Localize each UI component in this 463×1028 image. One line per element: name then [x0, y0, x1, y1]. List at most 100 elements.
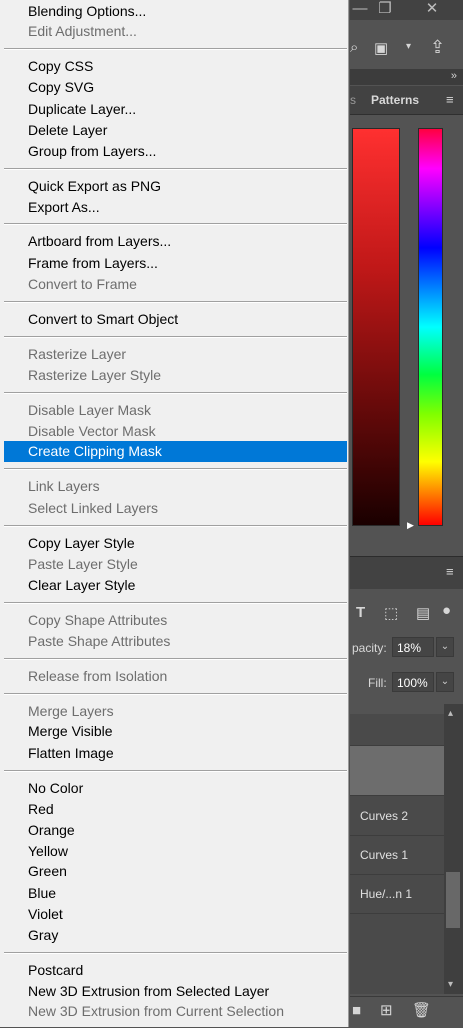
menu-separator — [4, 48, 347, 50]
menu-item-create-clipping-mask[interactable]: Create Clipping Mask — [4, 441, 347, 462]
menu-item-color-blue[interactable]: Blue — [4, 883, 347, 904]
menu-item-convert-smart-object[interactable]: Convert to Smart Object — [4, 309, 347, 330]
fill-row: Fill: 100% ⌄ — [350, 671, 463, 695]
restore-icon[interactable]: ❐ — [372, 0, 398, 20]
menu-separator — [4, 468, 347, 470]
menu-item-disable-layer-mask[interactable]: Disable Layer Mask — [4, 400, 347, 421]
menu-item-color-red[interactable]: Red — [4, 799, 347, 820]
layer-row-selected[interactable] — [350, 746, 444, 796]
menu-item-copy-shape-attributes[interactable]: Copy Shape Attributes — [4, 610, 347, 631]
menu-item-select-linked-layers[interactable]: Select Linked Layers — [4, 498, 347, 519]
menu-separator — [4, 168, 347, 170]
menu-item-color-none[interactable]: No Color — [4, 778, 347, 799]
menu-item-paste-layer-style[interactable]: Paste Layer Style — [4, 554, 347, 575]
panel-menu-icon[interactable]: ≡ — [446, 564, 454, 579]
menu-separator — [4, 693, 347, 695]
menu-item-edit-adjustment[interactable]: Edit Adjustment... — [4, 21, 347, 42]
menu-item-color-green[interactable]: Green — [4, 861, 347, 882]
menu-item-paste-shape-attributes[interactable]: Paste Shape Attributes — [4, 631, 347, 652]
hue-slider[interactable] — [418, 128, 443, 526]
menu-separator — [4, 392, 347, 394]
chevron-down-icon[interactable]: ▾ — [448, 979, 453, 990]
panel-menu-icon[interactable]: ≡ — [446, 92, 454, 107]
options-toolbar: ⌕ ▣ ▾ ⇪ — [350, 30, 463, 68]
menu-separator — [4, 525, 347, 527]
layers-bottom-bar: ■ ⊞ 🗑 — [350, 996, 463, 1028]
delete-icon[interactable]: 🗑 — [412, 1001, 431, 1019]
menu-item-frame-from-layers[interactable]: Frame from Layers... — [4, 253, 347, 274]
menu-separator — [4, 301, 347, 303]
menu-item-merge-visible[interactable]: Merge Visible — [4, 721, 347, 742]
chevron-down-icon[interactable]: ⌄ — [436, 672, 454, 692]
menu-item-rasterize-layer[interactable]: Rasterize Layer — [4, 344, 347, 365]
menu-item-3d-extrusion-layer[interactable]: New 3D Extrusion from Selected Layer — [4, 981, 347, 1002]
smart-object-icon[interactable]: ▤ — [416, 604, 430, 622]
menu-item-link-layers[interactable]: Link Layers — [4, 476, 347, 497]
tab-patterns[interactable]: Patterns — [371, 93, 419, 107]
menu-separator — [4, 952, 347, 954]
menu-separator — [4, 602, 347, 604]
search-icon[interactable]: ⌕ — [350, 39, 358, 56]
layers-panel-header: ≡ — [350, 556, 463, 589]
layer-row[interactable]: Curves 2 — [350, 798, 444, 836]
window-title-bar: — ❐ ✕ — [350, 0, 463, 20]
menu-item-blending-options[interactable]: Blending Options... — [4, 1, 347, 22]
menu-item-3d-extrusion-selection[interactable]: New 3D Extrusion from Current Selection — [4, 1001, 347, 1022]
close-icon[interactable]: ✕ — [418, 0, 446, 20]
fill-label: Fill: — [368, 676, 387, 690]
menu-item-copy-layer-style[interactable]: Copy Layer Style — [4, 533, 347, 554]
menu-item-release-from-isolation[interactable]: Release from Isolation — [4, 666, 347, 687]
menu-item-export-as[interactable]: Export As... — [4, 197, 347, 218]
hue-marker-icon[interactable]: ▶ — [407, 520, 414, 531]
menu-item-clear-layer-style[interactable]: Clear Layer Style — [4, 575, 347, 596]
menu-item-postcard[interactable]: Postcard — [4, 960, 347, 981]
panel-tabs: s Patterns ≡ — [350, 86, 463, 115]
double-chevron-icon[interactable]: » — [451, 70, 457, 82]
workspace-icon[interactable]: ▣ — [374, 39, 388, 57]
opacity-label: pacity: — [352, 641, 387, 655]
layers-list: Curves 2 Curves 1 Hue/...n 1 — [350, 714, 444, 994]
menu-item-color-violet[interactable]: Violet — [4, 904, 347, 925]
menu-item-delete-layer[interactable]: Delete Layer — [4, 120, 347, 141]
menu-item-copy-svg[interactable]: Copy SVG — [4, 77, 347, 98]
layer-filter-row: T ⬚ ▤ ● — [350, 598, 463, 628]
layer-row[interactable] — [350, 714, 444, 746]
menu-item-disable-vector-mask[interactable]: Disable Vector Mask — [4, 421, 347, 442]
tab-partial[interactable]: s — [350, 93, 356, 107]
menu-separator — [4, 658, 347, 660]
layer-row[interactable]: Curves 1 — [350, 837, 444, 875]
chevron-up-icon[interactable]: ▴ — [448, 708, 453, 719]
menu-item-color-yellow[interactable]: Yellow — [4, 841, 347, 862]
menu-item-rasterize-layer-style[interactable]: Rasterize Layer Style — [4, 365, 347, 386]
new-layer-icon[interactable]: ■ — [352, 1002, 361, 1019]
opacity-field[interactable]: 18% — [392, 637, 434, 657]
menu-item-copy-css[interactable]: Copy CSS — [4, 56, 347, 77]
layers-scrollbar[interactable]: ▴ ▾ — [444, 704, 463, 994]
scrollbar-thumb[interactable] — [446, 872, 460, 928]
menu-item-quick-export-png[interactable]: Quick Export as PNG — [4, 176, 347, 197]
menu-item-merge-layers[interactable]: Merge Layers — [4, 701, 347, 722]
panel-collapse-bar[interactable]: » — [350, 69, 463, 85]
menu-item-convert-to-frame[interactable]: Convert to Frame — [4, 274, 347, 295]
lock-icon[interactable]: ● — [442, 602, 451, 619]
minimize-icon[interactable]: — — [350, 0, 370, 20]
menu-item-flatten-image[interactable]: Flatten Image — [4, 743, 347, 764]
menu-separator — [4, 770, 347, 772]
transform-icon[interactable]: ⬚ — [384, 604, 398, 622]
menu-separator — [4, 223, 347, 225]
menu-item-color-orange[interactable]: Orange — [4, 820, 347, 841]
menu-item-artboard-from-layers[interactable]: Artboard from Layers... — [4, 231, 347, 252]
layer-context-menu: Blending Options... Edit Adjustment... C… — [0, 0, 349, 1027]
chevron-down-icon[interactable]: ▾ — [406, 41, 411, 52]
layer-row[interactable]: Hue/...n 1 — [350, 876, 444, 914]
type-layer-icon[interactable]: T — [356, 604, 365, 621]
fill-field[interactable]: 100% — [392, 672, 434, 692]
menu-separator — [4, 336, 347, 338]
share-icon[interactable]: ⇪ — [430, 37, 445, 58]
chevron-down-icon[interactable]: ⌄ — [436, 637, 454, 657]
menu-item-color-gray[interactable]: Gray — [4, 925, 347, 946]
add-layer-icon[interactable]: ⊞ — [380, 1001, 393, 1019]
menu-item-duplicate-layer[interactable]: Duplicate Layer... — [4, 99, 347, 120]
menu-item-group-from-layers[interactable]: Group from Layers... — [4, 141, 347, 162]
color-field[interactable] — [352, 128, 400, 526]
